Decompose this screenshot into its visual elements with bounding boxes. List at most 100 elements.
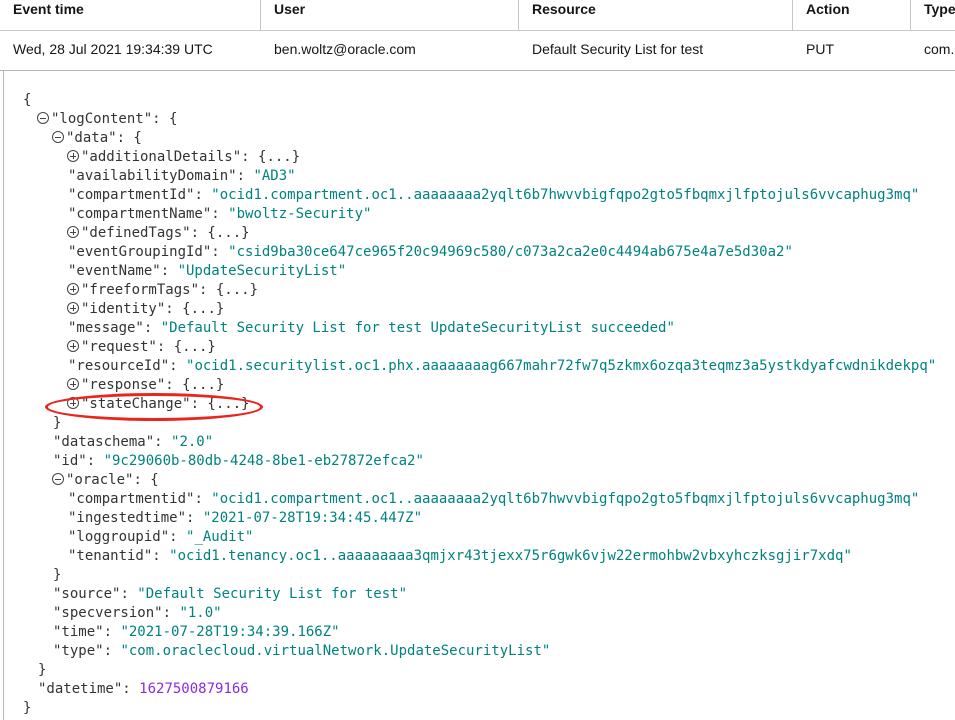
- json-line: {: [23, 91, 936, 110]
- json-brace: }: [53, 415, 62, 431]
- column-header-action[interactable]: Action: [793, 0, 911, 30]
- json-number-value: 1627500879166: [139, 681, 249, 697]
- json-line: "freeformTags": {...}: [23, 281, 936, 300]
- column-header-resource[interactable]: Resource: [519, 0, 793, 30]
- json-line: "resourceId": "ocid1.securitylist.oc1.ph…: [23, 357, 936, 376]
- json-punct: : {: [133, 472, 159, 488]
- json-punct: :: [154, 434, 172, 450]
- json-string-value: "com.oraclecloud.virtualNetwork.UpdateSe…: [120, 643, 551, 659]
- json-key: "id": [53, 453, 87, 469]
- collapse-minus-icon[interactable]: [52, 473, 64, 485]
- json-string-value: "AD3": [253, 168, 296, 184]
- json-key: "time": [53, 624, 104, 640]
- json-key: "loggroupid": [68, 529, 170, 545]
- json-key: "dataschema": [53, 434, 155, 450]
- json-line: "eventName": "UpdateSecurityList": [23, 262, 936, 281]
- json-string-value: "9c29060b-80db-4248-8be1-eb27872efca2": [103, 453, 424, 469]
- json-string-value: "csid9ba30ce647ce965f20c94969c580/c073a2…: [228, 244, 793, 260]
- json-line: "type": "com.oraclecloud.virtualNetwork.…: [23, 642, 936, 661]
- json-punct: :: [103, 643, 121, 659]
- json-punct: : {...}: [165, 377, 225, 393]
- json-line: }: [23, 699, 936, 718]
- json-string-value: "ocid1.tenancy.oc1..aaaaaaaaa3qmjxr43tje…: [169, 548, 852, 564]
- json-string-value: "Default Security List for test UpdateSe…: [160, 320, 675, 336]
- json-string-value: "_Audit": [186, 529, 254, 545]
- json-key: "compartmentid": [68, 491, 195, 507]
- expand-plus-icon[interactable]: [67, 378, 79, 390]
- json-string-value: "2021-07-28T19:34:39.166Z": [120, 624, 340, 640]
- json-key: "request": [81, 339, 157, 355]
- json-punct: :: [122, 681, 140, 697]
- json-line: "compartmentName": "bwoltz-Security": [23, 205, 936, 224]
- json-line: "message": "Default Security List for te…: [23, 319, 936, 338]
- json-string-value: "2021-07-28T19:34:45.447Z": [202, 510, 423, 526]
- json-line: "eventGroupingId": "csid9ba30ce647ce965f…: [23, 243, 936, 262]
- json-line: "compartmentid": "ocid1.compartment.oc1.…: [23, 490, 936, 509]
- json-string-value: "1.0": [179, 605, 222, 621]
- json-punct: :: [169, 358, 187, 374]
- json-punct: :: [194, 187, 212, 203]
- json-key: "compartmentName": [68, 206, 212, 222]
- column-header-user[interactable]: User: [261, 0, 519, 30]
- json-line: "compartmentId": "ocid1.compartment.oc1.…: [23, 186, 936, 205]
- expand-plus-icon[interactable]: [67, 340, 79, 352]
- json-string-value: "2.0": [171, 434, 214, 450]
- json-punct: : {...}: [165, 301, 225, 317]
- json-punct: : {: [116, 130, 142, 146]
- json-line: "tenantid": "ocid1.tenancy.oc1..aaaaaaaa…: [23, 547, 936, 566]
- expand-plus-icon[interactable]: [67, 302, 79, 314]
- user-cell: ben.woltz@oracle.com: [274, 41, 416, 57]
- json-punct: : {...}: [199, 282, 259, 298]
- json-line: "specversion": "1.0": [23, 604, 936, 623]
- json-punct: :: [143, 320, 161, 336]
- json-line: "source": "Default Security List for tes…: [23, 585, 936, 604]
- detail-panel-border: [3, 71, 4, 720]
- json-punct: :: [211, 244, 229, 260]
- json-line: "availabilityDomain": "AD3": [23, 167, 936, 186]
- expand-plus-icon[interactable]: [67, 283, 79, 295]
- column-header-type[interactable]: Type: [911, 0, 955, 30]
- json-punct: :: [160, 263, 178, 279]
- json-punct: :: [169, 529, 187, 545]
- collapse-minus-icon[interactable]: [52, 131, 64, 143]
- json-key: "freeformTags": [81, 282, 200, 298]
- json-line: }: [23, 566, 936, 585]
- json-punct: :: [186, 510, 203, 526]
- expand-plus-icon[interactable]: [67, 150, 79, 162]
- json-line: "id": "9c29060b-80db-4248-8be1-eb27872ef…: [23, 452, 936, 471]
- json-punct: : {...}: [156, 339, 216, 355]
- json-string-value: "UpdateSecurityList": [177, 263, 347, 279]
- json-line: "oracle": {: [23, 471, 936, 490]
- json-key: "specversion": [53, 605, 163, 621]
- json-key: "data": [66, 130, 117, 146]
- json-line: "additionalDetails": {...}: [23, 148, 936, 167]
- json-string-value: "bwoltz-Security": [228, 206, 372, 222]
- json-punct: :: [194, 491, 212, 507]
- json-punct: :: [236, 168, 254, 184]
- table-header-row: Event time User Resource Action Type: [0, 0, 955, 31]
- json-key: "ingestedtime": [68, 510, 187, 526]
- json-line: "time": "2021-07-28T19:34:39.166Z": [23, 623, 936, 642]
- json-key: "response": [81, 377, 166, 393]
- table-row[interactable]: Wed, 28 Jul 2021 19:34:39 UTC ben.woltz@…: [0, 30, 955, 71]
- json-key: "definedTags": [81, 225, 191, 241]
- column-header-event-time[interactable]: Event time: [0, 0, 261, 30]
- json-key: "eventGroupingId": [68, 244, 212, 260]
- type-cell: com.oraclecloud.virtualNetwork.UpdateSec…: [924, 41, 955, 57]
- json-line: "loggroupid": "_Audit": [23, 528, 936, 547]
- event-time-cell: Wed, 28 Jul 2021 19:34:39 UTC: [13, 41, 213, 57]
- json-punct: :: [211, 206, 229, 222]
- json-punct: :: [120, 586, 138, 602]
- json-line: "ingestedtime": "2021-07-28T19:34:45.447…: [23, 509, 936, 528]
- json-key: "identity": [81, 301, 166, 317]
- json-key: "availabilityDomain": [68, 168, 237, 184]
- json-line: "datetime": 1627500879166: [23, 680, 936, 699]
- json-key: "oracle": [66, 472, 134, 488]
- expand-plus-icon[interactable]: [67, 226, 79, 238]
- json-line: "request": {...}: [23, 338, 936, 357]
- json-line: "logContent": {: [23, 110, 936, 129]
- json-key: "compartmentId": [68, 187, 195, 203]
- json-key: "datetime": [38, 681, 123, 697]
- collapse-minus-icon[interactable]: [37, 112, 49, 124]
- json-punct: : {...}: [241, 149, 301, 165]
